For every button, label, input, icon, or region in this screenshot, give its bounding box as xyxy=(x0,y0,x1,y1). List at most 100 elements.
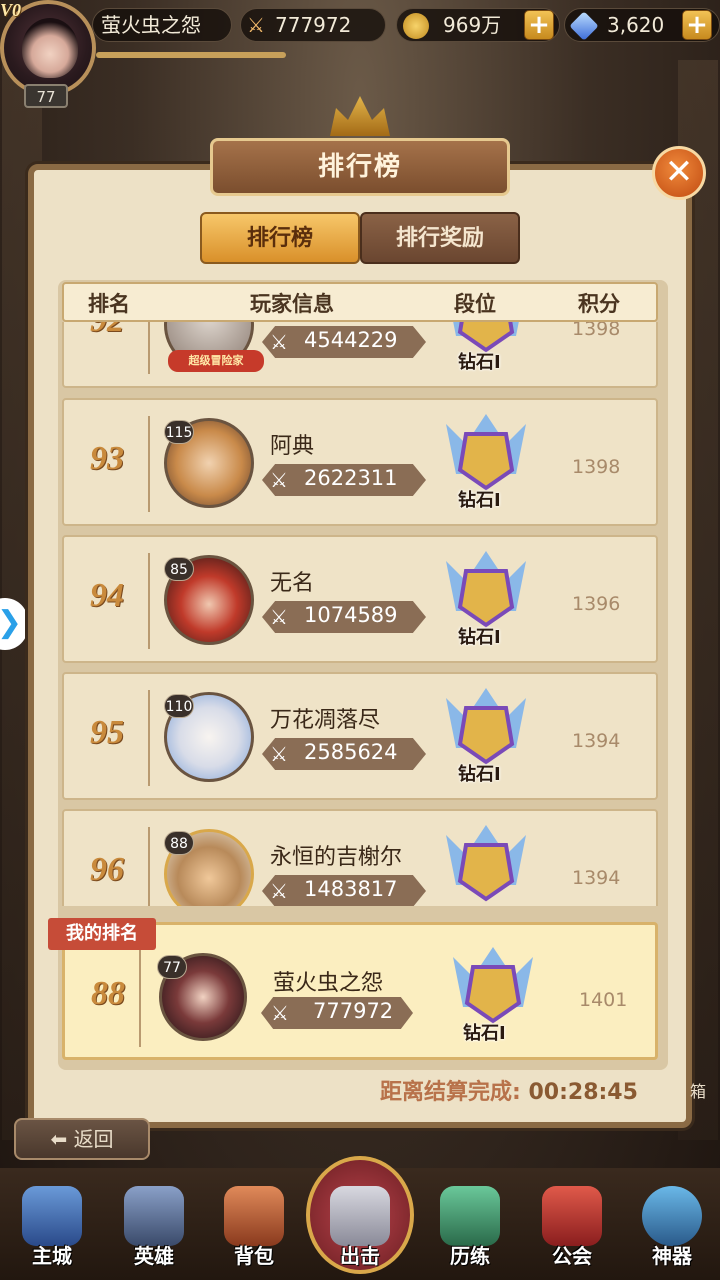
my-power-value: 777972 xyxy=(313,999,394,1023)
helmet-icon xyxy=(124,1186,184,1246)
guild-banner-icon xyxy=(542,1186,602,1246)
tier-label: 钻石Ⅰ xyxy=(458,490,501,511)
countdown-label: 距离结算完成: xyxy=(380,1080,521,1105)
settlement-countdown: 距离结算完成: 00:28:45 xyxy=(380,1074,638,1106)
my-rank-number: 88 xyxy=(91,975,125,1012)
score-value: 1394 xyxy=(572,867,621,889)
power-value: 2585624 xyxy=(304,740,398,764)
power-value: 1074589 xyxy=(304,603,398,627)
player-level-badge: 77 xyxy=(24,84,68,108)
nav-attack[interactable]: 出击 xyxy=(318,1186,402,1276)
diamond-icon xyxy=(569,11,599,41)
nav-backpack[interactable]: 背包 xyxy=(212,1186,296,1276)
crossed-swords-icon: ⚔ xyxy=(270,879,288,903)
nav-artifact[interactable]: 神器 xyxy=(630,1186,714,1276)
back-button[interactable]: ⬅ 返回 xyxy=(14,1118,150,1160)
table-row[interactable]: 92 超级冒险家 ⚔ 4544229 钻石Ⅰ 1398 xyxy=(62,322,658,388)
avatar-level-badge: 110 xyxy=(164,694,194,718)
my-avatar-level-badge: 77 xyxy=(157,955,187,979)
power-value: 1483817 xyxy=(304,877,398,901)
nav-label: 公会 xyxy=(552,1244,592,1268)
my-rank-tag: 我的排名 xyxy=(48,918,156,950)
power-value: 777972 xyxy=(275,13,352,37)
close-button[interactable]: ✕ xyxy=(652,146,706,200)
score-value: 1398 xyxy=(572,456,621,478)
player-name: 永恒的吉榭尔 xyxy=(270,845,403,870)
score-value: 1398 xyxy=(572,322,621,340)
nav-label: 神器 xyxy=(652,1244,692,1268)
ranking-list[interactable]: 92 超级冒险家 ⚔ 4544229 钻石Ⅰ 1398 93 115 阿典 ⚔ … xyxy=(62,322,658,906)
title-badge: 超级冒险家 xyxy=(168,350,264,372)
castle-icon xyxy=(22,1186,82,1246)
player-name: 无名 xyxy=(270,571,315,596)
crossed-swords-icon: ⚔ xyxy=(247,13,265,37)
nav-heroes[interactable]: 英雄 xyxy=(112,1186,196,1276)
rank-number: 95 xyxy=(90,714,124,751)
divider xyxy=(148,690,150,786)
rank-number: 94 xyxy=(90,577,124,614)
my-score-value: 1401 xyxy=(579,989,628,1011)
my-player-name: 萤火虫之怨 xyxy=(273,971,384,996)
backpack-icon xyxy=(224,1186,284,1246)
diamond-medal-icon xyxy=(446,688,526,765)
experience-bar xyxy=(96,52,286,58)
rank-number: 93 xyxy=(90,440,124,477)
divider xyxy=(148,322,150,374)
nav-training[interactable]: 历练 xyxy=(428,1186,512,1276)
player-name: 万花凋落尽 xyxy=(270,708,381,733)
table-row[interactable]: 95 110 万花凋落尽 ⚔ 2585624 钻石Ⅰ 1394 xyxy=(62,672,658,800)
gem-value: 3,620 xyxy=(607,13,665,37)
divider xyxy=(148,827,150,906)
add-gold-button[interactable]: + xyxy=(524,10,554,40)
diamond-medal-icon xyxy=(453,947,533,1024)
diamond-medal-icon xyxy=(446,825,526,902)
column-tier: 段位 xyxy=(454,292,496,316)
divider xyxy=(139,947,141,1047)
divider xyxy=(148,553,150,649)
crossed-swords-icon: ⚔ xyxy=(270,605,288,629)
avatar-level-badge: 115 xyxy=(164,420,194,444)
side-label: 箱 xyxy=(690,1082,707,1101)
avatar-level-badge: 85 xyxy=(164,557,194,581)
rank-number: 92 xyxy=(74,322,140,340)
column-player-info: 玩家信息 xyxy=(250,292,334,316)
column-rank: 排名 xyxy=(88,292,130,316)
tier-label: 钻石Ⅰ xyxy=(458,627,501,648)
gold-value: 969万 xyxy=(443,13,502,37)
crossed-swords-icon xyxy=(330,1186,390,1246)
tier-label: 钻石Ⅰ xyxy=(458,764,501,785)
countdown-time: 00:28:45 xyxy=(528,1080,638,1105)
divider xyxy=(148,416,150,512)
training-icon xyxy=(440,1186,500,1246)
crossed-swords-icon: ⚔ xyxy=(270,468,288,492)
diamond-medal-icon xyxy=(446,414,526,491)
table-header: 排名 玩家信息 段位 积分 xyxy=(62,282,658,322)
table-row[interactable]: 94 85 无名 ⚔ 1074589 钻石Ⅰ 1396 xyxy=(62,535,658,663)
score-value: 1396 xyxy=(572,593,621,615)
nav-guild[interactable]: 公会 xyxy=(530,1186,614,1276)
table-row[interactable]: 96 88 永恒的吉榭尔 ⚔ 1483817 1394 xyxy=(62,809,658,906)
nav-label: 出击 xyxy=(340,1244,380,1268)
score-value: 1394 xyxy=(572,730,621,752)
power-pill: ⚔ 777972 xyxy=(240,8,386,42)
panel-title: 排行榜 xyxy=(210,138,510,196)
back-arrow-icon: ⬅ xyxy=(50,1127,74,1151)
column-score: 积分 xyxy=(578,292,620,316)
tier-label: 钻石Ⅰ xyxy=(458,352,501,373)
vip-label: V0 xyxy=(0,0,22,20)
nav-label: 主城 xyxy=(32,1244,72,1268)
tab-rank-rewards[interactable]: 排行奖励 xyxy=(360,212,520,264)
crossed-swords-icon: ⚔ xyxy=(270,742,288,766)
nav-label: 英雄 xyxy=(134,1244,174,1268)
tab-leaderboard[interactable]: 排行榜 xyxy=(200,212,360,264)
gold-coin-icon xyxy=(403,13,429,39)
avatar-level-badge: 88 xyxy=(164,831,194,855)
add-gems-button[interactable]: + xyxy=(682,10,712,40)
table-row[interactable]: 93 115 阿典 ⚔ 2622311 钻石Ⅰ 1398 xyxy=(62,398,658,526)
crossed-swords-icon: ⚔ xyxy=(270,330,288,354)
nav-main-city[interactable]: 主城 xyxy=(10,1186,94,1276)
avatar-portrait xyxy=(22,18,78,78)
crossed-swords-icon: ⚔ xyxy=(271,1001,289,1025)
top-bar: V0 77 萤火虫之怨 ⚔ 777972 969万 + 3,620 + xyxy=(0,0,720,108)
artifact-orb-icon xyxy=(642,1186,702,1246)
